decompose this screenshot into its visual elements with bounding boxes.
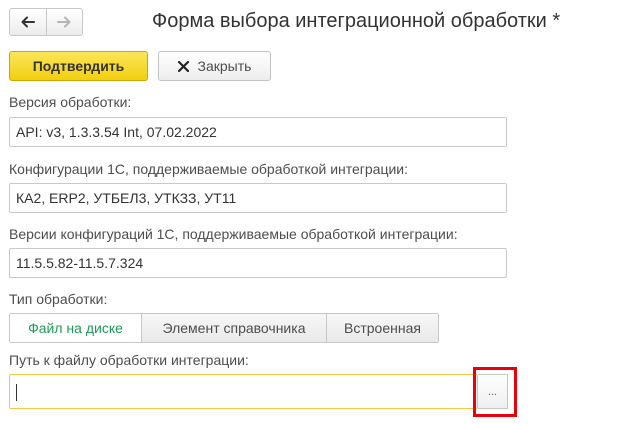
forward-button[interactable] <box>45 9 83 35</box>
navigation-buttons <box>9 8 83 36</box>
back-button[interactable] <box>10 9 46 35</box>
config-versions-field[interactable]: 11.5.5.82-11.5.7.324 <box>9 248 507 278</box>
arrow-right-icon <box>57 16 71 28</box>
arrow-left-icon <box>21 16 35 28</box>
file-path-label: Путь к файлу обработки интеграции: <box>9 352 249 368</box>
config-versions-label: Версии конфигураций 1С, поддерживаемые о… <box>9 226 458 242</box>
confirm-button[interactable]: Подтвердить <box>9 51 148 81</box>
close-button-label: Закрыть <box>197 58 252 74</box>
option-file-on-disk[interactable]: Файл на диске <box>10 314 141 342</box>
option-catalog-element[interactable]: Элемент справочника <box>141 314 326 342</box>
processing-type-selector: Файл на диске Элемент справочника Встрое… <box>9 313 439 343</box>
file-path-input[interactable] <box>9 374 478 409</box>
text-caret <box>16 384 17 401</box>
select-file-button[interactable]: ... <box>478 374 508 409</box>
configurations-field[interactable]: КА2, ERP2, УТБЕЛ3, УТКЗЗ, УТ11 <box>9 183 507 213</box>
configurations-label: Конфигурации 1С, поддерживаемые обработк… <box>9 161 409 177</box>
window-title: Форма выбора интеграционной обработки * <box>152 10 561 32</box>
version-label: Версия обработки: <box>9 94 132 110</box>
processing-type-label: Тип обработки: <box>9 291 108 307</box>
close-button[interactable]: Закрыть <box>158 51 271 81</box>
option-built-in[interactable]: Встроенная <box>326 314 438 342</box>
close-icon <box>177 60 189 72</box>
version-field[interactable]: API: v3, 1.3.3.54 Int, 07.02.2022 <box>9 117 507 147</box>
